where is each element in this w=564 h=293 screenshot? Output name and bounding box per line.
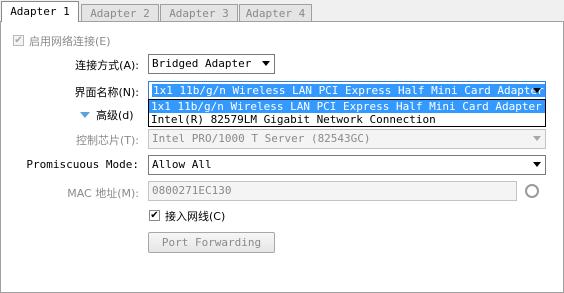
promiscuous-mode-select[interactable]: Allow All xyxy=(148,155,546,175)
name-label: 界面名称(N): xyxy=(74,86,139,99)
cable-connected-label: 接入网线(C) xyxy=(165,210,226,223)
enable-adapter-checkbox[interactable]: ✔ xyxy=(13,35,24,46)
attached-to-select[interactable]: Bridged Adapter xyxy=(148,54,275,74)
tab-adapter-4[interactable]: Adapter 4 xyxy=(239,4,312,21)
check-icon: ✔ xyxy=(150,210,159,221)
promiscuous-mode-value: Allow All xyxy=(152,158,212,171)
adapter-type-value: Intel PRO/1000 T Server (82543GC) xyxy=(152,132,371,145)
promiscuous-mode-label: Promiscuous Mode: xyxy=(26,158,139,171)
adapter-type-label: 控制芯片(T): xyxy=(75,134,139,147)
mac-address-value: 0800271EC130 xyxy=(152,184,232,197)
expand-triangle-icon[interactable] xyxy=(80,112,90,118)
adapter-panel: ✔ 启用网络连接(E) 连接方式(A): Bridged Adapter 界面名… xyxy=(0,21,564,293)
attached-to-value: Bridged Adapter xyxy=(152,57,252,70)
name-select[interactable]: 1x1 11b/g/n Wireless LAN PCI Express Hal… xyxy=(148,81,546,101)
tab-adapter-3[interactable]: Adapter 3 xyxy=(160,4,238,21)
chevron-down-icon xyxy=(262,61,270,66)
mac-address-field[interactable]: 0800271EC130 xyxy=(148,181,517,201)
name-value: 1x1 11b/g/n Wireless LAN PCI Express Hal… xyxy=(152,84,545,97)
name-option-1[interactable]: Intel(R) 82579LM Gigabit Network Connect… xyxy=(149,113,545,126)
port-forwarding-button[interactable]: Port Forwarding xyxy=(148,232,275,253)
attached-to-label: 连接方式(A): xyxy=(75,59,139,72)
mac-address-label: MAC 地址(M): xyxy=(67,187,139,200)
adapter-type-select[interactable]: Intel PRO/1000 T Server (82543GC) xyxy=(148,129,546,149)
chevron-down-icon xyxy=(533,136,541,141)
name-dropdown-list: 1x1 11b/g/n Wireless LAN PCI Express Hal… xyxy=(148,99,562,127)
check-icon: ✔ xyxy=(14,35,23,46)
refresh-icon[interactable] xyxy=(525,184,539,198)
chevron-down-icon xyxy=(533,88,541,93)
advanced-toggle[interactable]: 高级(d) xyxy=(96,107,134,123)
tab-adapter-1[interactable]: Adapter 1 xyxy=(1,1,79,22)
name-option-0[interactable]: 1x1 11b/g/n Wireless LAN PCI Express Hal… xyxy=(149,100,562,113)
tab-bar: Adapter 1 Adapter 2 Adapter 3 Adapter 4 xyxy=(0,0,564,22)
tab-adapter-2[interactable]: Adapter 2 xyxy=(81,4,159,21)
chevron-down-icon xyxy=(533,162,541,167)
cable-connected-checkbox[interactable]: ✔ xyxy=(149,210,160,221)
enable-adapter-label: 启用网络连接(E) xyxy=(29,35,111,48)
